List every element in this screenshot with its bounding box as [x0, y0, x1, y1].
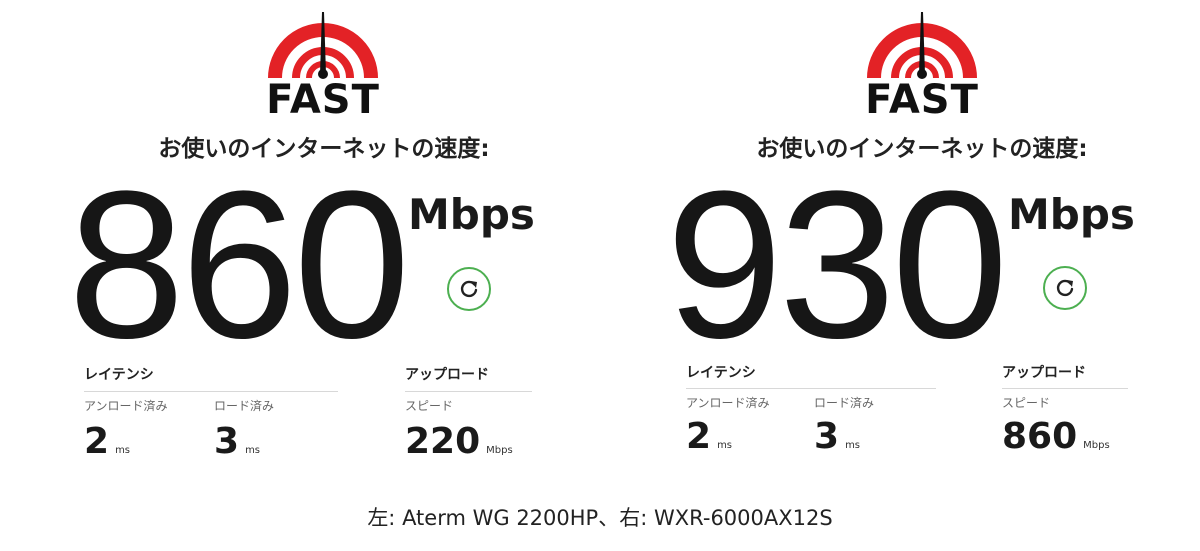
upload-speed-label: スピード: [405, 399, 454, 413]
upload-divider: [1002, 388, 1128, 389]
download-speed-value: 930: [666, 147, 1008, 382]
loaded-latency-value: 3: [214, 421, 240, 462]
upload-speed-value: 860: [1002, 416, 1078, 457]
refresh-button[interactable]: [1043, 266, 1087, 310]
speed-result-panel-right: FAST お使いのインターネットの速度: 930 Mbps レイテンシ アンロー…: [600, 0, 1200, 500]
comparison-caption: 左: Aterm WG 2200HP、右: WXR-6000AX12S: [367, 506, 833, 530]
loaded-latency-metric: 3 ms: [814, 415, 860, 459]
speedometer-gauge-icon: [867, 12, 977, 79]
upload-speed-metric: 860 Mbps: [1002, 415, 1110, 459]
unloaded-latency-value: 2: [84, 421, 110, 462]
latency-title: レイテンシ: [84, 367, 154, 383]
latency-title: レイテンシ: [686, 365, 756, 381]
upload-speed-unit: Mbps: [1083, 440, 1110, 451]
upload-title: アップロード: [1002, 365, 1086, 381]
unloaded-latency-unit: ms: [115, 445, 131, 456]
latency-divider: [84, 391, 338, 392]
fast-logo[interactable]: FAST: [263, 4, 383, 122]
loaded-latency-label: ロード済み: [214, 399, 275, 413]
unloaded-latency-metric: 2 ms: [84, 420, 130, 464]
upload-speed-unit: Mbps: [486, 445, 513, 456]
latency-divider: [686, 388, 936, 389]
upload-speed-metric: 220 Mbps: [405, 420, 513, 464]
refresh-icon: [1056, 279, 1074, 297]
loaded-latency-unit: ms: [845, 440, 861, 451]
logo-wordmark: FAST: [865, 77, 979, 123]
unloaded-latency-label: アンロード済み: [84, 399, 168, 413]
fast-logo[interactable]: FAST: [862, 4, 982, 122]
unloaded-latency-label: アンロード済み: [686, 396, 770, 410]
unloaded-latency-metric: 2 ms: [686, 415, 732, 459]
loaded-latency-label: ロード済み: [814, 396, 875, 410]
upload-speed-value: 220: [405, 421, 481, 462]
loaded-latency-unit: ms: [245, 445, 261, 456]
upload-speed-label: スピード: [1002, 396, 1051, 410]
download-speed-value: 860: [68, 147, 410, 382]
unloaded-latency-value: 2: [686, 416, 712, 457]
loaded-latency-value: 3: [814, 416, 840, 457]
refresh-button[interactable]: [447, 267, 491, 311]
upload-divider: [405, 391, 532, 392]
unloaded-latency-unit: ms: [717, 440, 733, 451]
speed-result-panel-left: FAST お使いのインターネットの速度: 860 Mbps レイテンシ アンロー…: [0, 0, 600, 500]
upload-title: アップロード: [405, 367, 489, 383]
logo-wordmark: FAST: [266, 77, 380, 123]
download-speed-units: Mbps: [1008, 190, 1135, 239]
speedometer-gauge-icon: [268, 12, 378, 79]
download-speed-units: Mbps: [408, 190, 535, 239]
refresh-icon: [460, 280, 478, 298]
loaded-latency-metric: 3 ms: [214, 420, 260, 464]
